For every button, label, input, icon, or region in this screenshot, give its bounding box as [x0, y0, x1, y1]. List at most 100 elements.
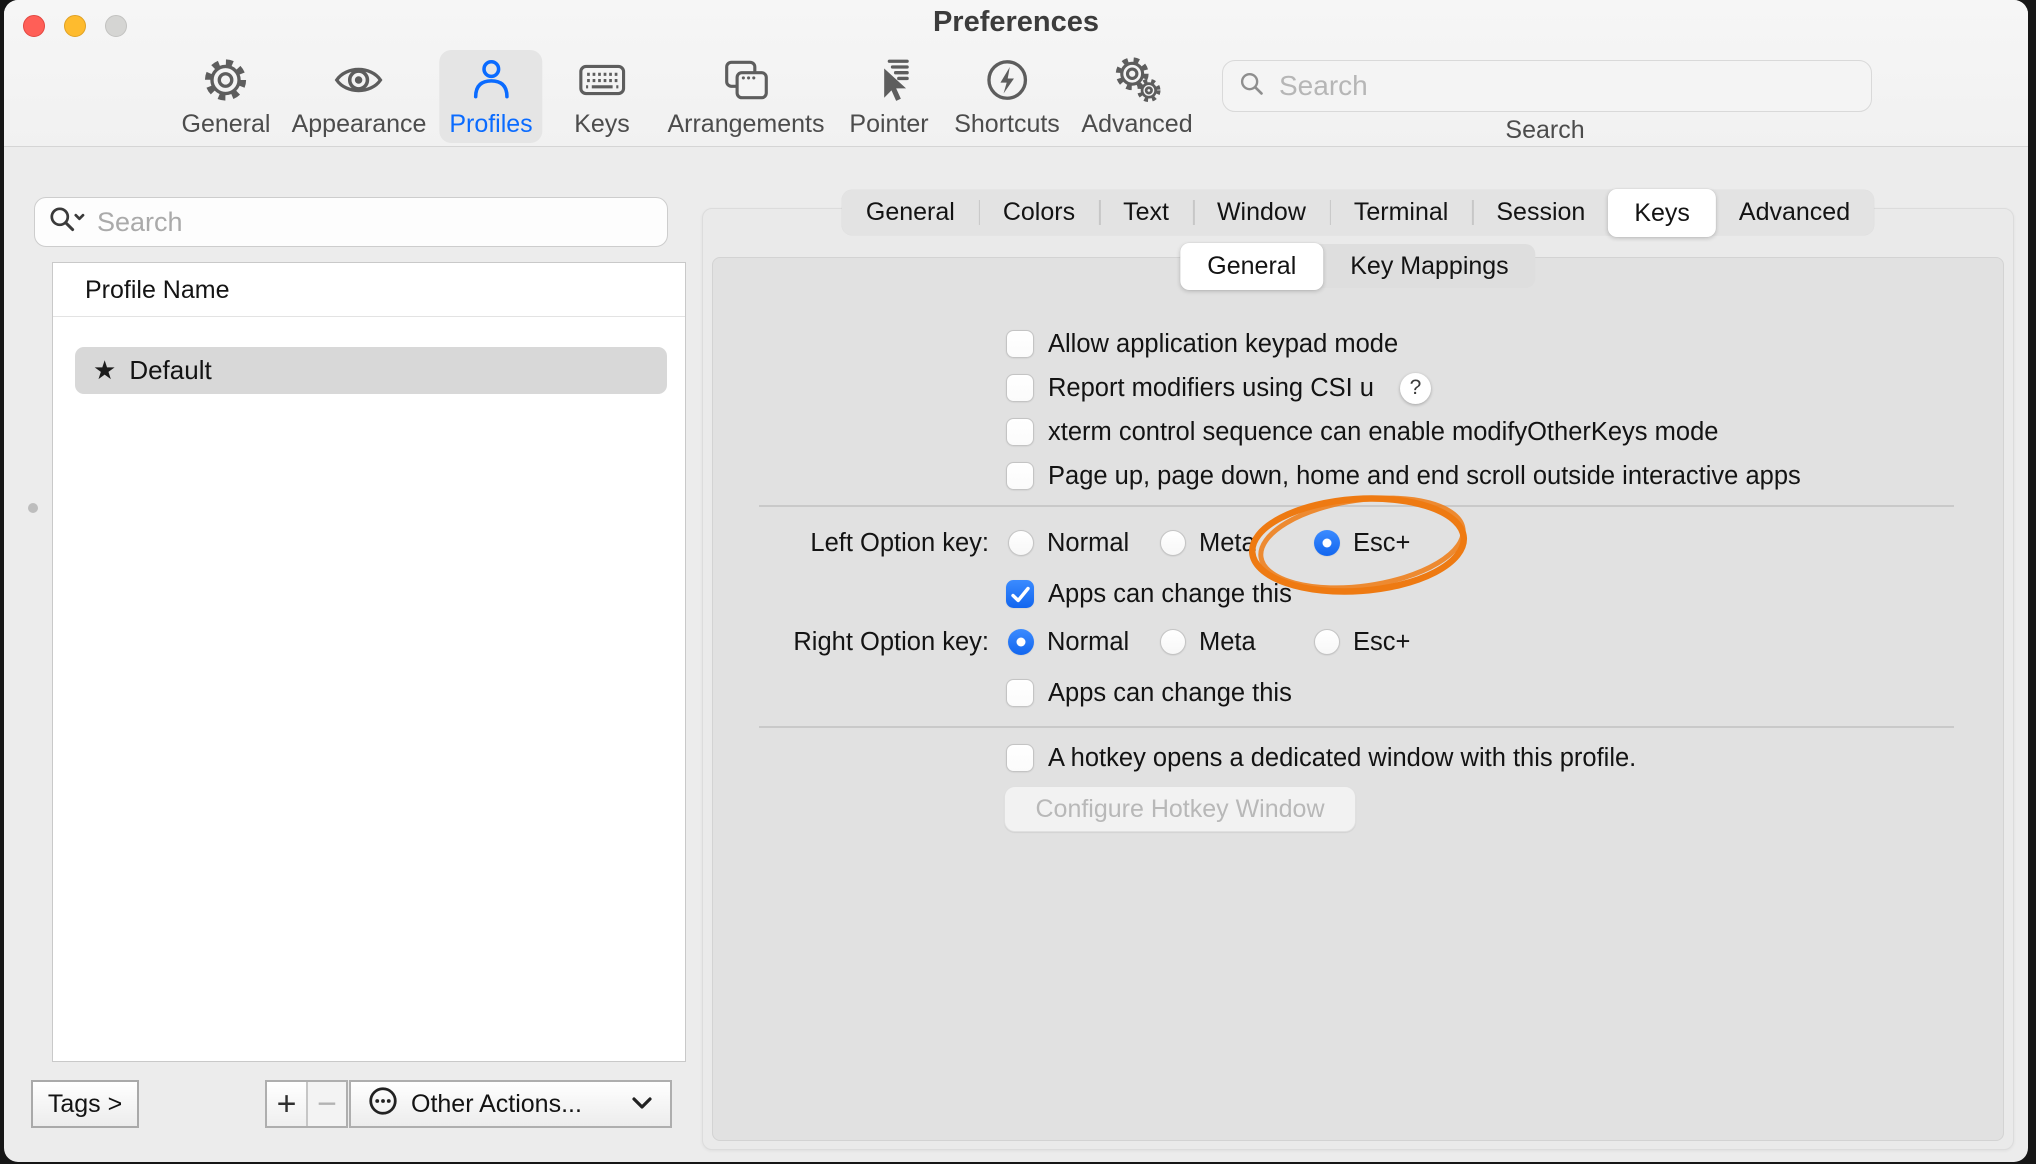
other-actions-label: Other Actions... [411, 1090, 582, 1119]
preferences-window: Preferences General Appearance [4, 0, 2028, 1162]
row-csi-u: Report modifiers using CSI u ? [1006, 374, 1431, 402]
toolbar-search-field[interactable] [1222, 60, 1872, 112]
profile-search-input[interactable] [97, 207, 655, 238]
add-profile-button[interactable]: + [267, 1082, 308, 1126]
row-left-apps-change: Apps can change this [1006, 580, 1292, 608]
radio-icon [1008, 530, 1034, 556]
person-icon [449, 52, 532, 108]
search-icon [1237, 69, 1267, 104]
toolbar-item-advanced[interactable]: Advanced [1071, 50, 1202, 143]
checkbox-left-apps-change-checked[interactable] [1006, 580, 1034, 608]
tab-colors[interactable]: Colors [979, 190, 1099, 235]
row-keypad-mode: Allow application keypad mode [1006, 330, 1398, 358]
toolbar-item-general[interactable]: General [172, 50, 281, 143]
eye-icon [292, 52, 427, 108]
radio-icon [1160, 629, 1186, 655]
radio-right-meta[interactable]: Meta [1160, 620, 1256, 664]
toolbar-item-label: General [182, 110, 271, 139]
titlebar-toolbar: Preferences General Appearance [4, 0, 2028, 147]
subtab-general[interactable]: General [1180, 243, 1323, 290]
cursor-icon [849, 52, 928, 108]
divider [759, 726, 1954, 728]
tab-general[interactable]: General [842, 190, 979, 235]
radio-selected-icon [1008, 629, 1034, 655]
plus-icon: + [277, 1085, 297, 1124]
profile-name: Default [129, 355, 211, 386]
toolbar-item-appearance[interactable]: Appearance [282, 50, 437, 143]
profile-list-header: Profile Name [53, 263, 685, 317]
row-page-scroll: Page up, page down, home and end scroll … [1006, 462, 1801, 490]
radio-left-normal[interactable]: Normal [1008, 521, 1129, 565]
tab-session[interactable]: Session [1472, 190, 1609, 235]
right-option-row: Right Option key: Normal Meta Esc+ [4, 620, 2028, 664]
checkbox-page-scroll[interactable] [1006, 462, 1034, 490]
windows-icon [667, 52, 824, 108]
search-menu-icon [47, 204, 87, 241]
toolbar-item-label: Shortcuts [954, 110, 1060, 139]
tab-text[interactable]: Text [1099, 190, 1193, 235]
bolt-icon [954, 52, 1060, 108]
checkbox-label: A hotkey opens a dedicated window with t… [1048, 744, 1636, 773]
gears-icon [1081, 52, 1192, 108]
checkbox-modify-other-keys[interactable] [1006, 418, 1034, 446]
help-button[interactable]: ? [1400, 373, 1431, 404]
toolbar-item-label: Profiles [449, 110, 532, 139]
checkbox-label: Allow application keypad mode [1048, 330, 1398, 359]
checkbox-right-apps-change[interactable] [1006, 679, 1034, 707]
radio-label: Normal [1047, 628, 1129, 657]
checkbox-csi-u[interactable] [1006, 374, 1034, 402]
star-icon: ★ [93, 355, 116, 386]
window-title: Preferences [4, 6, 2028, 39]
profile-row-default[interactable]: ★ Default [75, 347, 667, 394]
window-edge-dot [28, 503, 38, 513]
configure-hotkey-window-button[interactable]: Configure Hotkey Window [1004, 786, 1356, 832]
tags-button[interactable]: Tags > [31, 1080, 139, 1128]
radio-left-meta[interactable]: Meta [1160, 521, 1256, 565]
toolbar-item-pointer[interactable]: Pointer [839, 50, 938, 143]
radio-selected-icon [1314, 530, 1340, 556]
radio-icon [1314, 629, 1340, 655]
tab-terminal[interactable]: Terminal [1330, 190, 1472, 235]
radio-right-normal[interactable]: Normal [1008, 620, 1129, 664]
question-mark-icon: ? [1410, 376, 1422, 400]
tab-window[interactable]: Window [1193, 190, 1330, 235]
ellipsis-circle-icon [367, 1085, 399, 1124]
checkbox-label: Report modifiers using CSI u [1048, 374, 1374, 403]
toolbar-item-shortcuts[interactable]: Shortcuts [944, 50, 1070, 143]
toolbar-item-profiles[interactable]: Profiles [439, 50, 542, 143]
right-option-label: Right Option key: [739, 620, 989, 664]
keys-subtab-bar: General Key Mappings [1180, 244, 1535, 288]
radio-label: Meta [1199, 529, 1256, 558]
toolbar-item-label: Advanced [1081, 110, 1192, 139]
minus-icon: − [317, 1085, 337, 1124]
checkbox-label: xterm control sequence can enable modify… [1048, 418, 1718, 447]
radio-left-esc[interactable]: Esc+ [1314, 521, 1410, 565]
toolbar-search-input[interactable] [1279, 70, 1857, 102]
subtab-key-mappings[interactable]: Key Mappings [1323, 244, 1535, 288]
other-actions-dropdown[interactable]: Other Actions... [349, 1080, 672, 1128]
divider [759, 505, 1954, 507]
profile-tab-bar: General Colors Text Window Terminal Sess… [842, 190, 1874, 235]
checkbox-label: Apps can change this [1048, 679, 1292, 708]
checkbox-hotkey-window[interactable] [1006, 744, 1034, 772]
gear-icon [182, 52, 271, 108]
toolbar-item-label: Keys [574, 110, 630, 139]
tab-keys[interactable]: Keys [1608, 189, 1716, 237]
row-hotkey-window: A hotkey opens a dedicated window with t… [1006, 744, 1636, 772]
tab-advanced[interactable]: Advanced [1715, 190, 1874, 235]
checkmark-icon [1007, 581, 1034, 608]
toolbar-item-arrangements[interactable]: Arrangements [657, 50, 834, 143]
checkbox-keypad-mode[interactable] [1006, 330, 1034, 358]
radio-label: Esc+ [1353, 529, 1410, 558]
profile-search-field[interactable] [34, 197, 668, 247]
remove-profile-button[interactable]: − [308, 1082, 346, 1126]
radio-right-esc[interactable]: Esc+ [1314, 620, 1410, 664]
radio-label: Meta [1199, 628, 1256, 657]
keyboard-icon [574, 52, 630, 108]
left-option-row: Left Option key: Normal Meta Esc+ [4, 521, 2028, 565]
row-right-apps-change: Apps can change this [1006, 679, 1292, 707]
toolbar-item-label: Pointer [849, 110, 928, 139]
row-modify-other-keys: xterm control sequence can enable modify… [1006, 418, 1718, 446]
tags-button-label: Tags > [48, 1090, 122, 1119]
toolbar-item-keys[interactable]: Keys [564, 50, 640, 143]
